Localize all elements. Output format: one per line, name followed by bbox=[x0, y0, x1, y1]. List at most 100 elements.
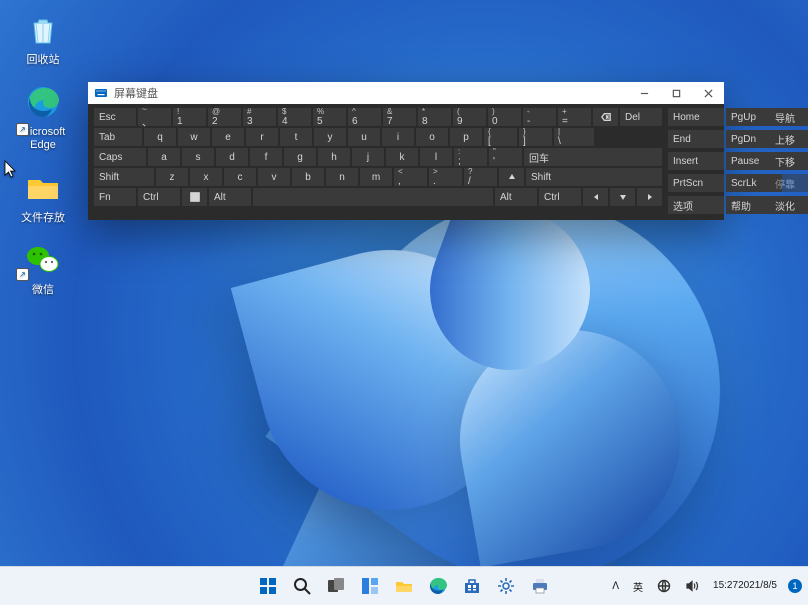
key-comma[interactable]: <, bbox=[394, 168, 427, 186]
ime-indicator[interactable]: 英 bbox=[630, 577, 646, 596]
title-bar[interactable]: 屏幕键盘 bbox=[88, 82, 724, 104]
key-quote[interactable]: "' bbox=[489, 148, 522, 166]
desktop[interactable]: 回收站 ↗ Microsoft Edge 文件存放 ↗ 微信 屏幕键盘 bbox=[0, 0, 808, 605]
key-side-nav[interactable]: 导航 bbox=[770, 108, 808, 126]
close-button[interactable] bbox=[692, 82, 724, 104]
start-button[interactable] bbox=[253, 571, 283, 601]
key-enter[interactable]: 回车 bbox=[524, 148, 662, 166]
key-t[interactable]: t bbox=[280, 128, 312, 146]
key-w[interactable]: w bbox=[178, 128, 210, 146]
key-side-up[interactable]: 上移 bbox=[770, 130, 808, 148]
key-8[interactable]: *8 bbox=[418, 108, 451, 126]
task-view-button[interactable] bbox=[321, 571, 351, 601]
network-icon[interactable] bbox=[654, 577, 674, 595]
store-button[interactable] bbox=[457, 571, 487, 601]
key-m[interactable]: m bbox=[360, 168, 392, 186]
settings-button[interactable] bbox=[491, 571, 521, 601]
key-y[interactable]: y bbox=[314, 128, 346, 146]
key-s[interactable]: s bbox=[182, 148, 214, 166]
key-l[interactable]: l bbox=[420, 148, 452, 166]
key-arrow-up[interactable] bbox=[499, 168, 524, 186]
key-j[interactable]: j bbox=[352, 148, 384, 166]
key-esc[interactable]: Esc bbox=[94, 108, 136, 126]
edge-taskbar-button[interactable] bbox=[423, 571, 453, 601]
key-o[interactable]: o bbox=[416, 128, 448, 146]
key-e[interactable]: e bbox=[212, 128, 244, 146]
key-k[interactable]: k bbox=[386, 148, 418, 166]
key-prtscn[interactable]: PrtScn bbox=[668, 174, 724, 192]
key-2[interactable]: @2 bbox=[208, 108, 241, 126]
key-h[interactable]: h bbox=[318, 148, 350, 166]
key-tab[interactable]: Tab bbox=[94, 128, 142, 146]
key-ralt[interactable]: Alt bbox=[495, 188, 537, 206]
key-rctrl[interactable]: Ctrl bbox=[539, 188, 581, 206]
key-4[interactable]: $4 bbox=[278, 108, 311, 126]
key-equals[interactable]: += bbox=[558, 108, 591, 126]
key-backspace[interactable] bbox=[593, 108, 618, 126]
clock[interactable]: 15:27 2021/8/5 bbox=[710, 578, 780, 594]
key-arrow-right[interactable] bbox=[637, 188, 662, 206]
key-backtick[interactable]: ~、 bbox=[138, 108, 171, 126]
key-v[interactable]: v bbox=[258, 168, 290, 186]
key-end[interactable]: End bbox=[668, 130, 724, 148]
key-period[interactable]: >. bbox=[429, 168, 462, 186]
key-u[interactable]: u bbox=[348, 128, 380, 146]
key-home[interactable]: Home bbox=[668, 108, 724, 126]
key-n[interactable]: n bbox=[326, 168, 358, 186]
explorer-button[interactable] bbox=[389, 571, 419, 601]
minimize-button[interactable] bbox=[628, 82, 660, 104]
key-3[interactable]: #3 bbox=[243, 108, 276, 126]
key-side-dock[interactable]: 停靠 bbox=[770, 174, 808, 192]
key-x[interactable]: x bbox=[190, 168, 222, 186]
key-g[interactable]: g bbox=[284, 148, 316, 166]
key-slash[interactable]: ?/ bbox=[464, 168, 497, 186]
key-insert[interactable]: Insert bbox=[668, 152, 724, 170]
key-caps[interactable]: Caps bbox=[94, 148, 146, 166]
key-fn[interactable]: Fn bbox=[94, 188, 136, 206]
key-side-fade[interactable]: 淡化 bbox=[770, 196, 808, 214]
key-f[interactable]: f bbox=[250, 148, 282, 166]
key-lctrl[interactable]: Ctrl bbox=[138, 188, 180, 206]
key-i[interactable]: i bbox=[382, 128, 414, 146]
desktop-icon-edge[interactable]: ↗ Microsoft Edge bbox=[8, 82, 78, 152]
key-space[interactable] bbox=[253, 188, 493, 206]
maximize-button[interactable] bbox=[660, 82, 692, 104]
key-rbracket[interactable]: }] bbox=[519, 128, 552, 146]
key-win[interactable] bbox=[182, 188, 207, 206]
desktop-icon-recycle-bin[interactable]: 回收站 bbox=[8, 10, 78, 67]
notification-badge[interactable]: 1 bbox=[788, 579, 802, 593]
printer-button[interactable] bbox=[525, 571, 555, 601]
key-lalt[interactable]: Alt bbox=[209, 188, 251, 206]
key-z[interactable]: z bbox=[156, 168, 188, 186]
search-button[interactable] bbox=[287, 571, 317, 601]
key-0[interactable]: )0 bbox=[488, 108, 521, 126]
key-5[interactable]: %5 bbox=[313, 108, 346, 126]
key-d[interactable]: d bbox=[216, 148, 248, 166]
tray-chevron[interactable]: ᐱ bbox=[609, 579, 622, 594]
key-options[interactable]: 选项 bbox=[668, 196, 724, 214]
key-backslash[interactable]: |\ bbox=[554, 128, 594, 146]
key-lbracket[interactable]: {[ bbox=[484, 128, 517, 146]
widgets-button[interactable] bbox=[355, 571, 385, 601]
desktop-icon-folder[interactable]: 文件存放 bbox=[8, 168, 78, 225]
key-7[interactable]: &7 bbox=[383, 108, 416, 126]
key-1[interactable]: !1 bbox=[173, 108, 206, 126]
key-r[interactable]: r bbox=[246, 128, 278, 146]
key-p[interactable]: p bbox=[450, 128, 482, 146]
volume-icon[interactable] bbox=[682, 577, 702, 595]
key-a[interactable]: a bbox=[148, 148, 180, 166]
desktop-icon-wechat[interactable]: ↗ 微信 bbox=[8, 240, 78, 297]
key-q[interactable]: q bbox=[144, 128, 176, 146]
key-9[interactable]: (9 bbox=[453, 108, 486, 126]
key-6[interactable]: ^6 bbox=[348, 108, 381, 126]
key-arrow-down[interactable] bbox=[610, 188, 635, 206]
key-minus[interactable]: -- bbox=[523, 108, 556, 126]
key-rshift[interactable]: Shift bbox=[526, 168, 662, 186]
key-del[interactable]: Del bbox=[620, 108, 662, 126]
key-arrow-left[interactable] bbox=[583, 188, 608, 206]
key-semicolon[interactable]: :; bbox=[454, 148, 487, 166]
key-c[interactable]: c bbox=[224, 168, 256, 186]
key-b[interactable]: b bbox=[292, 168, 324, 186]
key-side-down[interactable]: 下移 bbox=[770, 152, 808, 170]
key-lshift[interactable]: Shift bbox=[94, 168, 154, 186]
